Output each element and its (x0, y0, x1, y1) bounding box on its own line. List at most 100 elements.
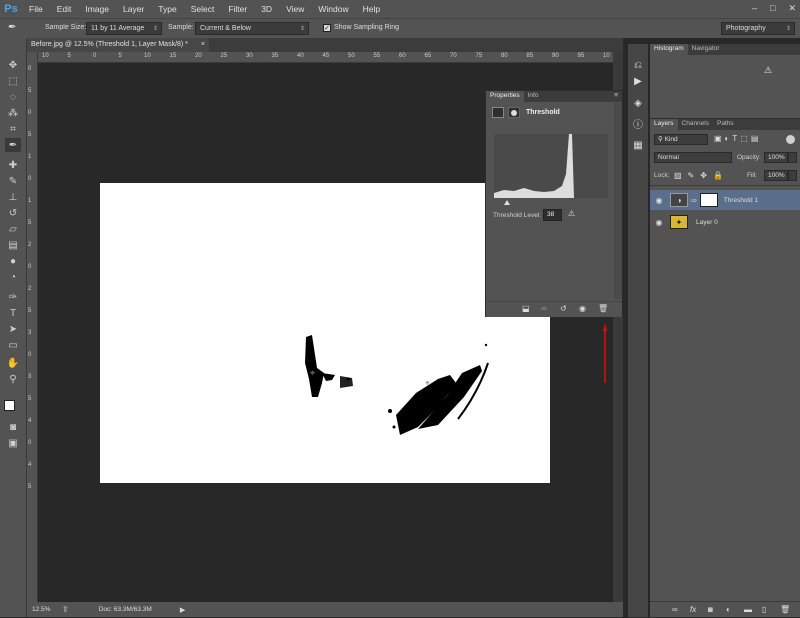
tab-properties[interactable]: Properties (486, 91, 524, 102)
minimize-icon[interactable]: – (752, 3, 757, 15)
panel-menu-icon[interactable]: ≡ (610, 91, 622, 102)
menu-edit[interactable]: Edit (50, 0, 79, 18)
foreground-color-swatch[interactable] (4, 400, 15, 411)
menu-filter[interactable]: Filter (221, 0, 254, 18)
tab-paths[interactable]: Paths (713, 119, 738, 130)
adjustments-icon[interactable]: ◈ (631, 96, 645, 110)
tab-info[interactable]: Info (524, 91, 543, 102)
layer-row-layer-0[interactable]: ◉ ✦ Layer 0 (650, 212, 800, 232)
move-tool-icon[interactable]: ✥ (5, 58, 21, 72)
chevron-down-icon: ⇕ (785, 26, 791, 32)
eraser-tool-icon[interactable]: ▱ (5, 222, 21, 236)
path-select-tool-icon[interactable]: ➤ (5, 322, 21, 336)
hand-tool-icon[interactable]: ✋ (5, 356, 21, 370)
crop-tool-icon[interactable]: ⌗ (5, 122, 21, 136)
layer-mask-thumbnail[interactable] (699, 193, 718, 207)
new-layer-icon[interactable]: ▯ (762, 605, 766, 614)
lock-icons[interactable]: ▨✎✥🔒 (674, 171, 729, 180)
history-icon[interactable]: ⎌ (631, 58, 645, 72)
reset-icon[interactable]: ↺ (560, 304, 567, 313)
close-icon[interactable]: ✕ (788, 3, 796, 15)
type-tool-icon[interactable]: T (5, 306, 21, 320)
menu-help[interactable]: Help (356, 0, 387, 18)
warning-icon[interactable]: ⚠ (764, 65, 772, 76)
mask-icon[interactable] (508, 107, 520, 118)
delete-layer-trash-icon[interactable]: 🗑 (780, 605, 790, 614)
info-icon[interactable]: ⓘ (631, 116, 645, 131)
healing-tool-icon[interactable]: ✚ (5, 158, 21, 172)
gradient-tool-icon[interactable]: ▤ (5, 238, 21, 252)
layer-filter-icons[interactable]: ▣◐T⬚▤ (714, 134, 761, 143)
pen-tool-icon[interactable]: ✑ (5, 290, 21, 304)
close-tab-icon[interactable]: × (201, 38, 205, 52)
fill-input[interactable]: 100% (764, 170, 788, 181)
tab-navigator[interactable]: Navigator (688, 44, 724, 55)
blend-mode-select[interactable]: Normal (654, 152, 732, 163)
link-chain-icon[interactable]: ∞ (691, 196, 697, 205)
blur-tool-icon[interactable]: ● (5, 254, 21, 268)
fill-dropdown-icon[interactable] (788, 170, 797, 181)
layer-visibility-eye-icon[interactable]: ◉ (650, 196, 668, 205)
styles-icon[interactable]: ▦ (631, 138, 645, 152)
screen-mode-icon[interactable]: ▣ (5, 436, 21, 450)
properties-scrollbar[interactable] (614, 103, 622, 299)
eyedropper-icon[interactable]: ✒ (8, 22, 28, 35)
adjustment-icon[interactable] (492, 107, 504, 118)
quick-mask-icon[interactable]: ◙ (5, 420, 21, 434)
auto-threshold-icon[interactable]: ⚠ (568, 209, 575, 218)
opacity-dropdown-icon[interactable] (788, 152, 797, 163)
stamp-tool-icon[interactable]: ⊥ (5, 190, 21, 204)
threshold-slider-handle[interactable] (504, 200, 510, 205)
actions-play-icon[interactable]: ▶ (631, 74, 645, 88)
tab-layers[interactable]: Layers (650, 119, 678, 130)
shape-tool-icon[interactable]: ▭ (5, 338, 21, 352)
filter-toggle[interactable] (786, 135, 795, 144)
layer-row-threshold[interactable]: ◉ ◑ ∞ Threshold 1 (650, 190, 800, 210)
menu-3d[interactable]: 3D (254, 0, 279, 18)
menu-view[interactable]: View (279, 0, 311, 18)
marquee-tool-icon[interactable]: ⬚ (5, 74, 21, 88)
sample-select[interactable]: Current & Below ⇕ (195, 22, 309, 35)
menu-layer[interactable]: Layer (116, 0, 151, 18)
quick-select-tool-icon[interactable]: ⁂ (5, 106, 21, 120)
menu-select[interactable]: Select (184, 0, 222, 18)
zoom-tool-icon[interactable]: ⚲ (5, 372, 21, 386)
lasso-tool-icon[interactable]: ◌ (5, 90, 21, 104)
kind-filter-select[interactable]: ⚲ Kind (654, 134, 708, 145)
show-ring-checkbox[interactable]: ✓ (323, 24, 331, 32)
new-group-icon[interactable]: ▬ (744, 605, 752, 614)
workspace-value: Photography (726, 25, 766, 32)
fx-icon[interactable]: fx (690, 605, 696, 614)
ruler-tick-label: 20 (195, 53, 202, 59)
sample-size-select[interactable]: 11 by 11 Average ⇕ (86, 22, 162, 35)
dodge-tool-icon[interactable]: ◔ (5, 270, 21, 284)
visibility-eye-icon[interactable]: ◉ (579, 304, 586, 313)
clip-to-layer-icon[interactable]: ⬓ (522, 304, 530, 313)
layer-visibility-eye-icon[interactable]: ◉ (650, 218, 668, 227)
view-previous-icon[interactable]: ∞ (541, 304, 547, 313)
menu-window[interactable]: Window (311, 0, 355, 18)
menu-image[interactable]: Image (78, 0, 116, 18)
tab-histogram[interactable]: Histogram (650, 44, 688, 55)
link-layers-icon[interactable]: ∞ (672, 605, 678, 614)
workspace-select[interactable]: Photography ⇕ (721, 22, 795, 35)
add-mask-icon[interactable]: ◙ (708, 605, 713, 614)
delete-trash-icon[interactable]: 🗑 (598, 304, 608, 313)
share-icon[interactable]: ⇪ (62, 605, 69, 614)
threshold-level-input[interactable]: 38 (543, 209, 562, 221)
menu-type[interactable]: Type (151, 0, 183, 18)
new-adjustment-icon[interactable]: ◐ (726, 605, 731, 614)
status-menu-arrow-icon[interactable]: ▶ (180, 606, 185, 614)
history-brush-tool-icon[interactable]: ↺ (5, 206, 21, 220)
brush-tool-icon[interactable]: ✎ (5, 174, 21, 188)
eyedropper-tool-icon[interactable]: ✒ (5, 138, 21, 152)
ruler-tick-label: 0 (28, 264, 32, 270)
menu-file[interactable]: File (22, 0, 50, 18)
document-canvas[interactable]: ⌖ ⌖ (100, 183, 550, 483)
histogram-panel: Histogram Navigator ⚠ (650, 44, 800, 116)
opacity-input[interactable]: 100% (764, 152, 788, 163)
tab-channels[interactable]: Channels (678, 119, 713, 130)
maximize-icon[interactable]: □ (770, 3, 775, 15)
zoom-level[interactable]: 12.5% (32, 606, 58, 613)
document-tab[interactable]: Before.jpg @ 12.5% (Threshold 1, Layer M… (27, 38, 209, 52)
